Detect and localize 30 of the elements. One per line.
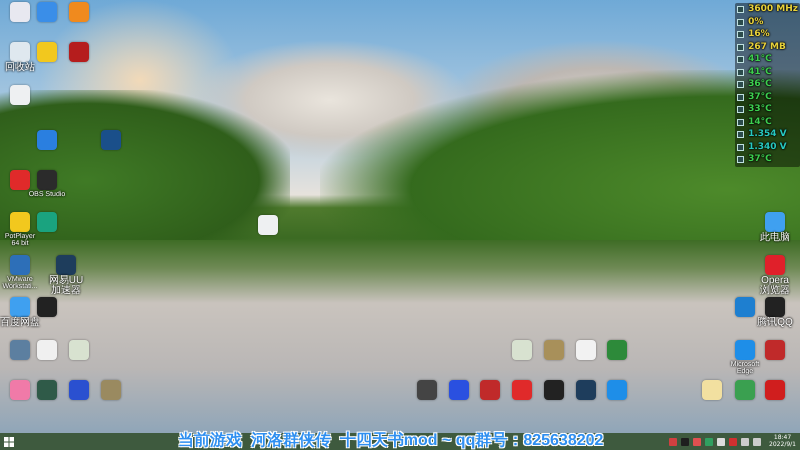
sensor-reading: 33°C [748,103,772,116]
sensor-reading: 1.354 V [748,128,787,141]
icon-label[interactable]: 此电脑 [755,233,795,243]
sensor-reading: 41°C [748,53,772,66]
app-icon[interactable] [37,380,57,400]
sensor-reading: 16% [748,28,770,41]
app-icon[interactable] [37,297,57,317]
sensor-reading: 37°C [748,90,772,104]
app-icon[interactable] [69,42,89,62]
sensor-reading: 37°C [748,153,772,166]
overlay-caption: 当前游戏 河洛群侠传 十四天书mod ~ qq群号：825638202 [178,431,604,450]
sensor-reading: 1.340 V [748,140,787,154]
sensor-reading: 3600 MHz [748,3,798,16]
sensor-reading: 267 MB [748,40,786,54]
icon-label[interactable]: 网易UU加速器 [46,276,86,296]
windows-start-icon[interactable] [4,436,14,446]
app-icon[interactable] [258,215,278,235]
sensor-reading: 41°C [748,66,772,78]
icon-label[interactable]: 腾讯QQ [755,318,795,328]
app-icon[interactable] [417,380,437,400]
sensor-reading: 0% [748,16,764,28]
app-icon[interactable] [544,380,564,400]
sensor-reading: 36°C [748,78,772,91]
app-icon[interactable] [765,297,785,317]
sensor-reading: 14°C [748,116,772,128]
app-icon[interactable] [10,212,30,232]
icon-label[interactable]: 回收站 [0,63,40,73]
app-icon[interactable] [576,380,596,400]
icon-label[interactable]: 百度网盘 [0,318,40,328]
icon-label[interactable]: Opera 浏览器 [755,276,795,296]
